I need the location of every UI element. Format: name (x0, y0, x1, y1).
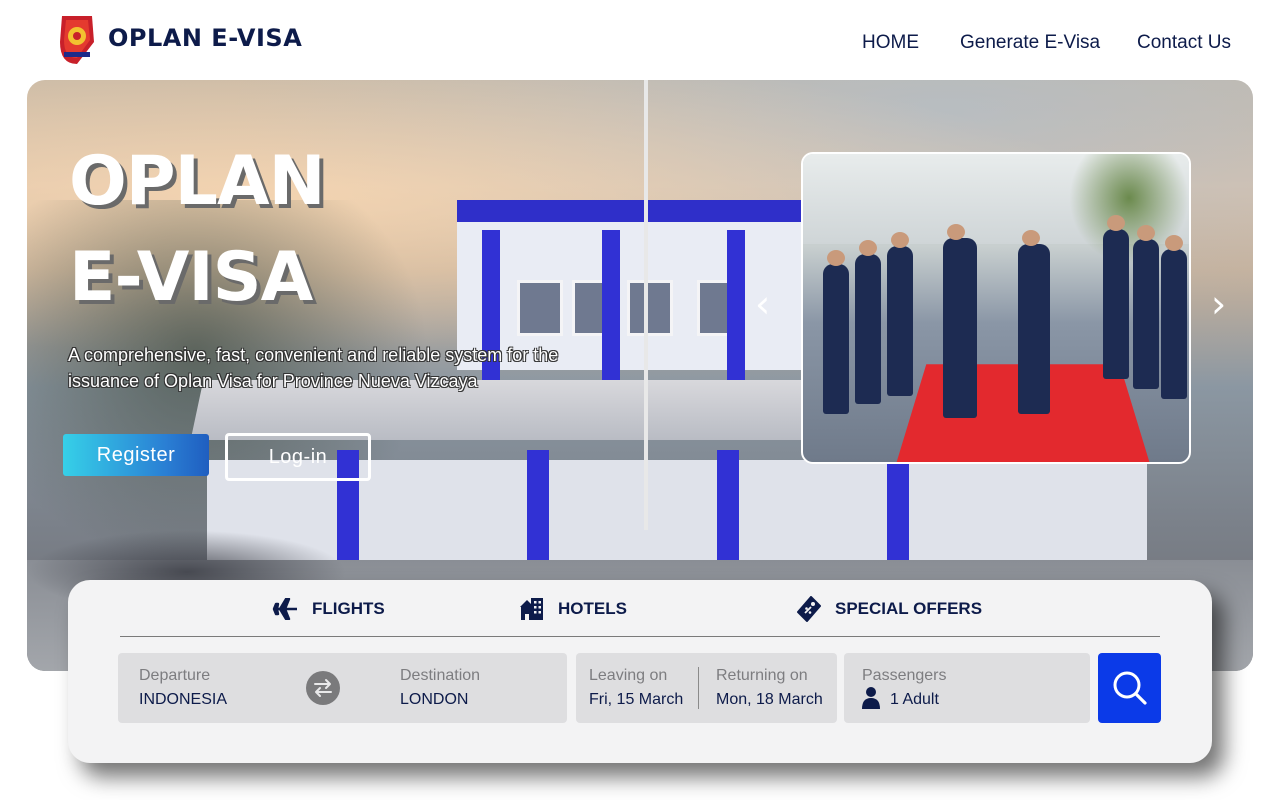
search-button[interactable] (1098, 653, 1161, 723)
hero-title-line2: E-VISA (69, 238, 313, 317)
tabs-divider (120, 636, 1160, 637)
airplane-icon (272, 598, 297, 620)
returning-on-value: Mon, 18 March (716, 691, 823, 708)
person-icon (862, 687, 880, 709)
tab-flights-label: FLIGHTS (312, 599, 385, 618)
hero-title-line1: OPLAN (69, 142, 326, 221)
returning-on-field[interactable]: Returning on Mon, 18 March (699, 653, 837, 723)
tab-special-offers-label: SPECIAL OFFERS (835, 599, 983, 618)
site-header: OPLAN E-VISA HOME Generate E-Visa Contac… (0, 0, 1280, 80)
carousel-photo-officer (1018, 230, 1050, 414)
tab-special-offers[interactable]: SPECIAL OFFERS (797, 594, 982, 624)
carousel-photo-officer (1103, 215, 1129, 379)
tab-hotels[interactable]: HOTELS (520, 594, 627, 624)
chevron-right-icon[interactable]: › (1211, 285, 1226, 323)
pnp-logo-icon[interactable] (58, 12, 96, 64)
departure-field[interactable]: Departure INDONESIA (118, 653, 298, 723)
departure-value: INDONESIA (139, 691, 228, 708)
leaving-on-field[interactable]: Leaving on Fri, 15 March (576, 653, 698, 723)
passengers-field[interactable]: Passengers 1 Adult (844, 653, 1090, 723)
carousel-photo-officer (855, 240, 881, 404)
flight-search-panel: FLIGHTS HOTELS SPECIAL OFFERS Departure … (68, 580, 1212, 763)
destination-value: LONDON (400, 691, 469, 708)
nav-home-link[interactable]: HOME (862, 32, 919, 54)
leaving-on-value: Fri, 15 March (589, 691, 684, 708)
nav-generate-evisa-link[interactable]: Generate E-Visa (960, 32, 1100, 54)
building-column (602, 230, 620, 380)
swap-icon[interactable] (306, 671, 340, 705)
route-field-group: Departure INDONESIA Destination LONDON (118, 653, 567, 723)
leaving-on-label: Leaving on (589, 667, 668, 684)
login-button[interactable]: Log-in (225, 433, 371, 481)
building-window (627, 280, 673, 336)
search-icon (1113, 671, 1147, 705)
tab-flights[interactable]: FLIGHTS (272, 594, 385, 624)
brand-name[interactable]: OPLAN E-VISA (108, 24, 302, 52)
carousel-photo-officer (943, 224, 977, 418)
departure-label: Departure (139, 667, 211, 684)
passengers-label: Passengers (862, 667, 947, 684)
chevron-left-icon[interactable]: ‹ (755, 285, 770, 323)
photo-carousel[interactable] (801, 152, 1191, 464)
carousel-photo-officer (887, 232, 913, 396)
carousel-photo-officer (823, 250, 849, 414)
building-window (517, 280, 563, 336)
hotel-icon (520, 598, 543, 620)
register-button[interactable]: Register (63, 434, 209, 476)
building-column (727, 230, 745, 380)
carousel-photo-officer (1161, 235, 1187, 399)
destination-field[interactable]: Destination LONDON (380, 653, 567, 723)
passengers-value: 1 Adult (890, 691, 939, 708)
tag-icon (797, 596, 821, 622)
hero-subtitle: A comprehensive, fast, convenient and re… (68, 345, 559, 391)
nav-contact-link[interactable]: Contact Us (1137, 32, 1231, 54)
returning-on-label: Returning on (716, 667, 808, 684)
carousel-photo-officer (1133, 225, 1159, 389)
tab-hotels-label: HOTELS (558, 599, 627, 618)
hero-background-flagpole (644, 80, 648, 530)
destination-label: Destination (400, 667, 481, 684)
dates-field-group: Leaving on Fri, 15 March Returning on Mo… (576, 653, 837, 723)
